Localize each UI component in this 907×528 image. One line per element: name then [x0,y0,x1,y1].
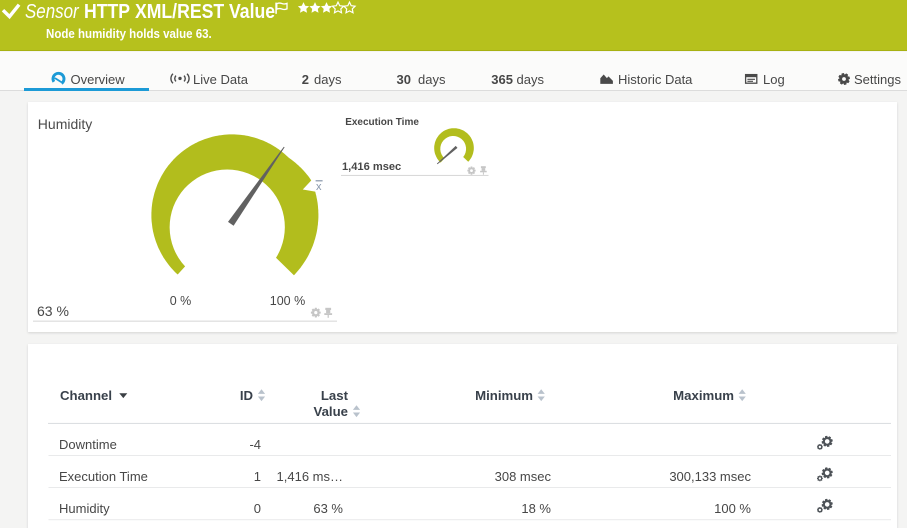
svg-text:x: x [316,181,322,193]
